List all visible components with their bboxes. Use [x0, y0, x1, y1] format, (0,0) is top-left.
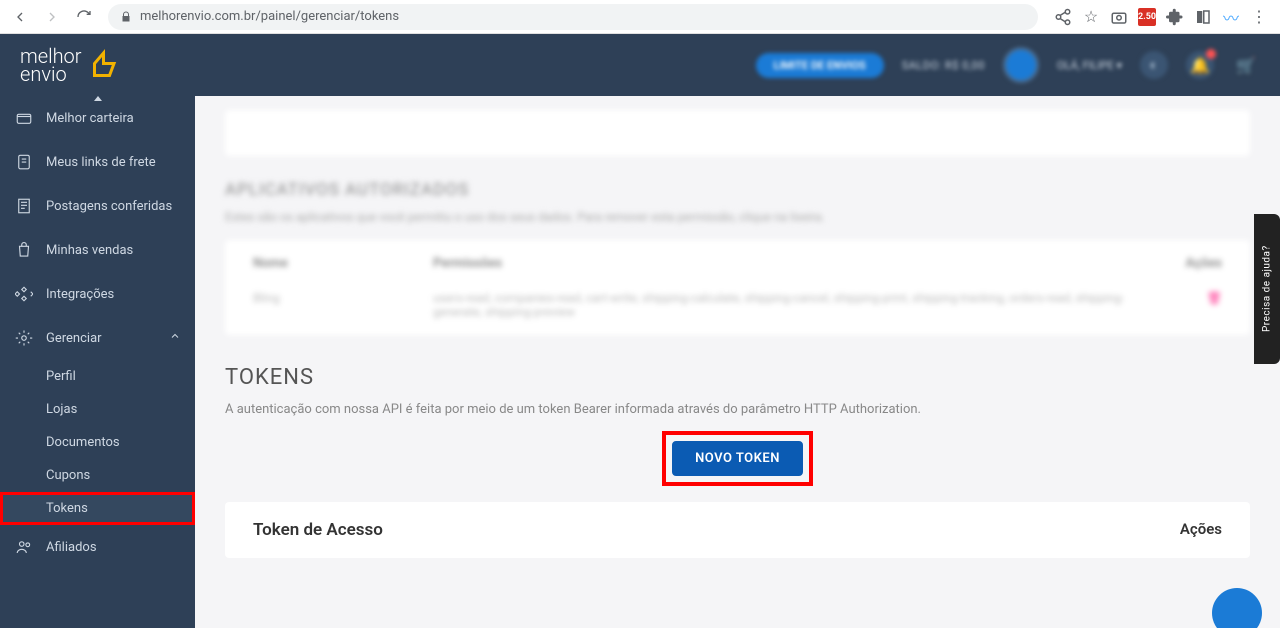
extension-badge[interactable]: 2.50: [1138, 8, 1156, 26]
gear-icon: [14, 328, 34, 348]
camera-icon[interactable]: [1110, 8, 1128, 26]
sidebar-item-label: Melhor carteira: [46, 111, 134, 126]
brand-logo[interactable]: melhor envio: [20, 47, 120, 83]
token-card: Token de Acesso Ações: [225, 502, 1250, 558]
access-token-heading: Token de Acesso: [253, 520, 383, 540]
app-header: melhor envio LIMITE DE ENVIOS SALDO: R$ …: [0, 34, 1280, 96]
sidebar-sub-cupons[interactable]: Cupons: [0, 459, 195, 492]
sidebar-sub-tokens[interactable]: Tokens: [0, 492, 195, 525]
address-bar[interactable]: melhorenvio.com.br/painel/gerenciar/toke…: [108, 4, 1038, 30]
browser-actions: ☆ 2.50 〰 ⋮: [1048, 8, 1274, 26]
table-row: Bling users-read, companies-read, cart-w…: [253, 291, 1222, 319]
bag-icon: [14, 240, 34, 260]
sidebar: Melhor carteira Meus links de frete Post…: [0, 34, 195, 628]
apps-heading: APLICATIVOS AUTORIZADOS: [225, 180, 1250, 200]
globe-icon[interactable]: ◐: [1140, 51, 1168, 79]
sidebar-item-links[interactable]: Meus links de frete: [0, 140, 195, 184]
thumb-icon: [84, 47, 120, 83]
chat-fab[interactable]: [1212, 588, 1262, 628]
sidebar-item-label: Meus links de frete: [46, 155, 156, 170]
reload-button[interactable]: [70, 3, 98, 31]
link-icon: [14, 152, 34, 172]
sidebar-sub-perfil[interactable]: Perfil: [0, 360, 195, 393]
row-perm: users-read, companies-read, cart-write, …: [433, 291, 1142, 319]
sidebar-item-label: Postagens conferidas: [46, 199, 172, 214]
highlight-box: NOVO TOKEN: [662, 431, 813, 486]
apps-desc: Estes são os aplicativos que você permit…: [225, 210, 1250, 224]
col-nome: Nome: [253, 256, 433, 271]
url-text: melhorenvio.com.br/painel/gerenciar/toke…: [140, 9, 399, 24]
lock-icon: [120, 11, 132, 23]
blurred-card: [225, 110, 1250, 156]
apps-table: Nome Permissões Ações Bling users-read, …: [225, 240, 1250, 335]
sidebar-item-integracoes[interactable]: Integrações: [0, 272, 195, 316]
sidebar-item-gerenciar[interactable]: Gerenciar: [0, 316, 195, 360]
balance-text: SALDO: R$ 0,00: [902, 59, 985, 72]
row-nome: Bling: [253, 291, 433, 319]
integrations-icon: [14, 284, 34, 304]
sidebar-sub-lojas[interactable]: Lojas: [0, 393, 195, 426]
main-content: APLICATIVOS AUTORIZADOS Estes são os apl…: [195, 34, 1280, 628]
col-perm: Permissões: [433, 256, 1142, 271]
sidebar-item-label: Gerenciar: [46, 331, 102, 346]
share-icon[interactable]: [1054, 8, 1072, 26]
sidebar-item-label: Afiliados: [46, 540, 97, 555]
user-name[interactable]: OLÁ, FILIPE ▾: [1057, 59, 1122, 72]
wave-icon[interactable]: 〰: [1222, 8, 1240, 26]
sidebar-sub-documentos[interactable]: Documentos: [0, 426, 195, 459]
sidebar-item-afiliados[interactable]: Afiliados: [0, 525, 195, 569]
cart-icon[interactable]: 🛒: [1232, 51, 1260, 79]
access-token-actions: Ações: [1180, 520, 1222, 540]
menu-icon[interactable]: ⋮: [1250, 8, 1268, 26]
tokens-desc: A autenticação com nossa API é feita por…: [225, 402, 1250, 417]
sidebar-item-label: Integrações: [46, 287, 114, 302]
extensions-icon[interactable]: [1166, 8, 1184, 26]
back-button[interactable]: [6, 3, 34, 31]
star-icon[interactable]: ☆: [1082, 8, 1100, 26]
browser-toolbar: melhorenvio.com.br/painel/gerenciar/toke…: [0, 0, 1280, 34]
trash-icon[interactable]: 🗑: [1142, 291, 1222, 319]
col-acoes: Ações: [1142, 256, 1222, 271]
tokens-heading: TOKENS: [225, 365, 1250, 390]
window-icon[interactable]: [1194, 8, 1212, 26]
sidebar-item-label: Minhas vendas: [46, 243, 133, 258]
sidebar-item-vendas[interactable]: Minhas vendas: [0, 228, 195, 272]
avatar[interactable]: [1003, 47, 1039, 83]
chevron-up-icon: [169, 330, 181, 346]
limit-button[interactable]: LIMITE DE ENVIOS: [756, 53, 884, 78]
forward-button[interactable]: [38, 3, 66, 31]
wallet-icon: [14, 108, 34, 128]
bell-icon[interactable]: 🔔: [1186, 51, 1214, 79]
new-token-button[interactable]: NOVO TOKEN: [672, 441, 803, 476]
help-tab[interactable]: Precisa de ajuda?: [1254, 214, 1280, 364]
receipt-icon: [14, 196, 34, 216]
sidebar-item-postagens[interactable]: Postagens conferidas: [0, 184, 195, 228]
users-icon: [14, 537, 34, 557]
sidebar-item-carteira[interactable]: Melhor carteira: [0, 96, 195, 140]
